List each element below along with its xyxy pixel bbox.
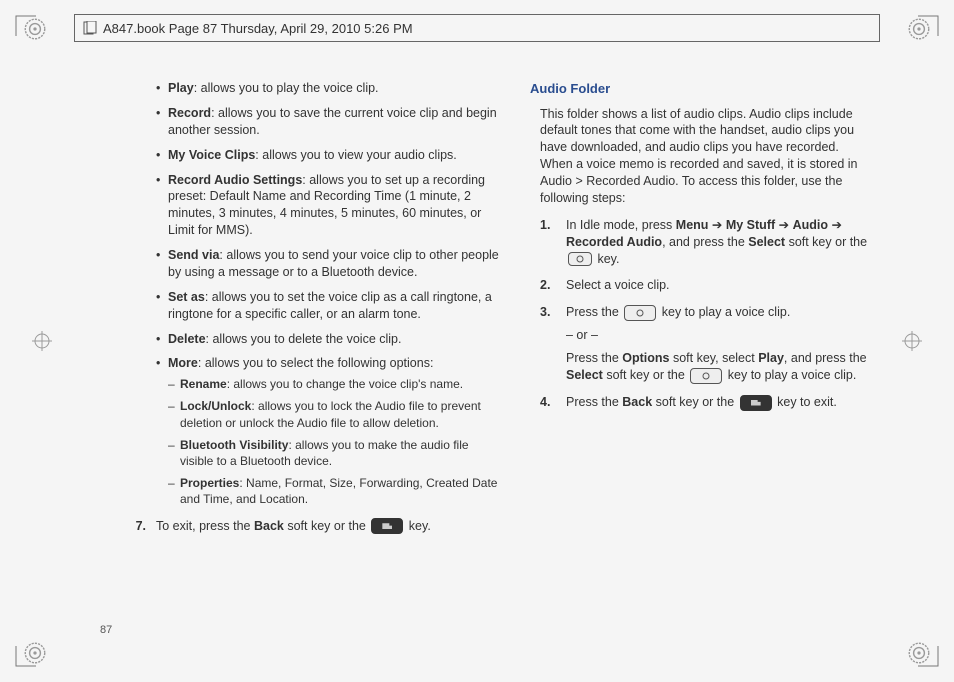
step-number: 1. (540, 217, 566, 268)
step-4: 4. Press the Back soft key or the key to… (530, 394, 874, 411)
step-text: In Idle mode, press Menu ➔ My Stuff ➔ Au… (566, 217, 874, 268)
step-number: 7. (120, 518, 156, 535)
end-key-icon (740, 395, 772, 411)
step-number: 2. (540, 277, 566, 294)
gear-icon (906, 640, 932, 666)
step-2: 2. Select a voice clip. (530, 277, 874, 294)
step-1: 1. In Idle mode, press Menu ➔ My Stuff ➔… (530, 217, 874, 268)
list-item: Bluetooth Visibility: allows you to make… (168, 437, 500, 469)
or-separator: – or – (566, 327, 874, 344)
header-text: A847.book Page 87 Thursday, April 29, 20… (103, 21, 413, 36)
step-number: 4. (540, 394, 566, 411)
page-content: Play: allows you to play the voice clip.… (100, 80, 874, 622)
page-number: 87 (100, 624, 112, 636)
step-text: Press the Back soft key or the key to ex… (566, 394, 874, 411)
step-number: 3. (540, 304, 566, 384)
gear-icon (22, 640, 48, 666)
section-heading: Audio Folder (530, 80, 874, 98)
list-item: My Voice Clips: allows you to view your … (156, 147, 500, 164)
left-column: Play: allows you to play the voice clip.… (100, 80, 500, 622)
ok-key-icon (690, 368, 722, 384)
step-text: Select a voice clip. (566, 277, 874, 294)
step-text: Press the key to play a voice clip. – or… (566, 304, 874, 384)
ok-key-icon (568, 252, 592, 266)
registration-mark-icon (900, 329, 924, 353)
gear-icon (906, 16, 932, 42)
registration-mark-icon (30, 329, 54, 353)
list-item: Play: allows you to play the voice clip. (156, 80, 500, 97)
list-item: Send via: allows you to send your voice … (156, 247, 500, 281)
end-key-icon (371, 518, 403, 534)
gear-icon (22, 16, 48, 42)
options-list: Play: allows you to play the voice clip.… (156, 80, 500, 508)
ok-key-icon (624, 305, 656, 321)
step-text: To exit, press the Back soft key or the … (156, 518, 500, 535)
more-sub-list: Rename: allows you to change the voice c… (168, 376, 500, 507)
page-header: A847.book Page 87 Thursday, April 29, 20… (74, 14, 880, 42)
document-icon (83, 21, 97, 35)
step-7: 7. To exit, press the Back soft key or t… (156, 518, 500, 535)
list-item: Record Audio Settings: allows you to set… (156, 172, 500, 240)
list-item: Record: allows you to save the current v… (156, 105, 500, 139)
step-3: 3. Press the key to play a voice clip. –… (530, 304, 874, 384)
intro-paragraph: This folder shows a list of audio clips.… (530, 106, 874, 207)
list-item: Delete: allows you to delete the voice c… (156, 331, 500, 348)
list-item: Lock/Unlock: allows you to lock the Audi… (168, 398, 500, 430)
list-item: More: allows you to select the following… (156, 355, 500, 507)
list-item: Rename: allows you to change the voice c… (168, 376, 500, 392)
right-column: Audio Folder This folder shows a list of… (530, 80, 874, 622)
list-item: Properties: Name, Format, Size, Forwardi… (168, 475, 500, 507)
list-item: Set as: allows you to set the voice clip… (156, 289, 500, 323)
